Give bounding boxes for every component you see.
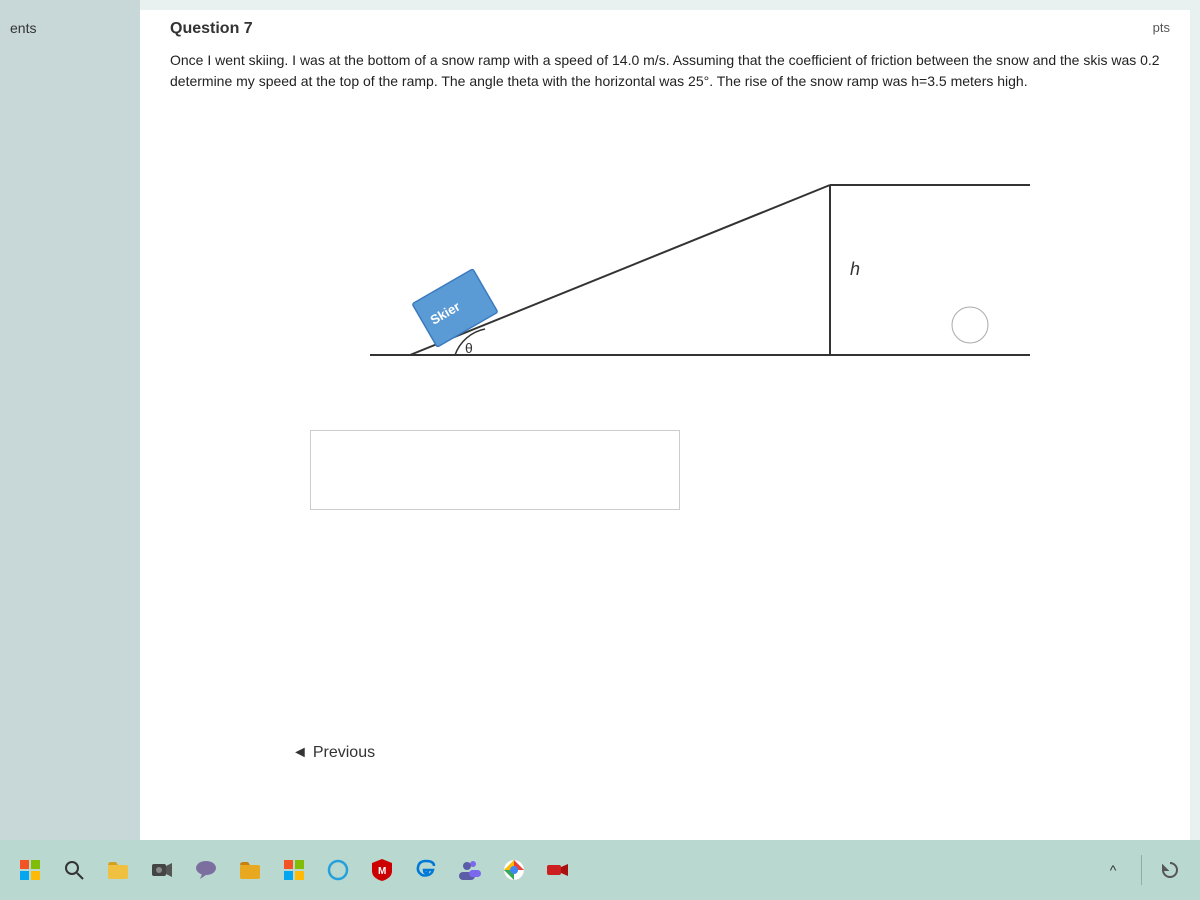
windows-start-icon[interactable] <box>10 850 50 890</box>
taskbar-separator <box>1141 855 1142 885</box>
taskbar-right: ^ <box>1093 850 1190 890</box>
svg-text:θ: θ <box>465 340 473 356</box>
diagram-area: h Skier θ <box>310 165 1070 405</box>
content-panel: Question 7 pts Once I went skiing. I was… <box>140 10 1190 840</box>
previous-button[interactable]: ◄ Previous <box>280 736 387 770</box>
chevron-symbol: ^ <box>1110 862 1117 878</box>
chat-icon[interactable] <box>186 850 226 890</box>
refresh-icon[interactable] <box>1150 850 1190 890</box>
nav-section: ◄ Previous <box>280 736 387 770</box>
store-icon[interactable] <box>274 850 314 890</box>
mcafee-icon[interactable]: M <box>362 850 402 890</box>
video-camera-icon[interactable] <box>538 850 578 890</box>
diagram-svg: h Skier θ <box>310 165 1070 405</box>
camera-icon[interactable] <box>142 850 182 890</box>
edge-icon[interactable] <box>406 850 446 890</box>
teams-icon[interactable] <box>450 850 490 890</box>
chevron-up-icon[interactable]: ^ <box>1093 850 1133 890</box>
file-explorer-icon[interactable] <box>98 850 138 890</box>
sidebar: ents <box>0 0 140 840</box>
svg-text:h: h <box>850 259 860 279</box>
win-grid <box>20 860 40 880</box>
cortana-icon[interactable] <box>318 850 358 890</box>
chrome-icon[interactable] <box>494 850 534 890</box>
main-area: ents Question 7 pts Once I went skiing. … <box>0 0 1200 840</box>
answer-input-area[interactable] <box>310 430 680 510</box>
previous-label: Previous <box>313 744 375 762</box>
search-icon[interactable] <box>54 850 94 890</box>
pts-indicator: pts <box>1153 20 1170 35</box>
arrow-left-icon: ◄ <box>292 744 308 762</box>
question-text: Once I went skiing. I was at the bottom … <box>170 50 1170 92</box>
svg-text:M: M <box>378 866 386 877</box>
folder-icon[interactable] <box>230 850 270 890</box>
sidebar-label: ents <box>0 0 140 46</box>
question-title: Question 7 <box>170 20 253 38</box>
taskbar: M <box>0 840 1200 900</box>
